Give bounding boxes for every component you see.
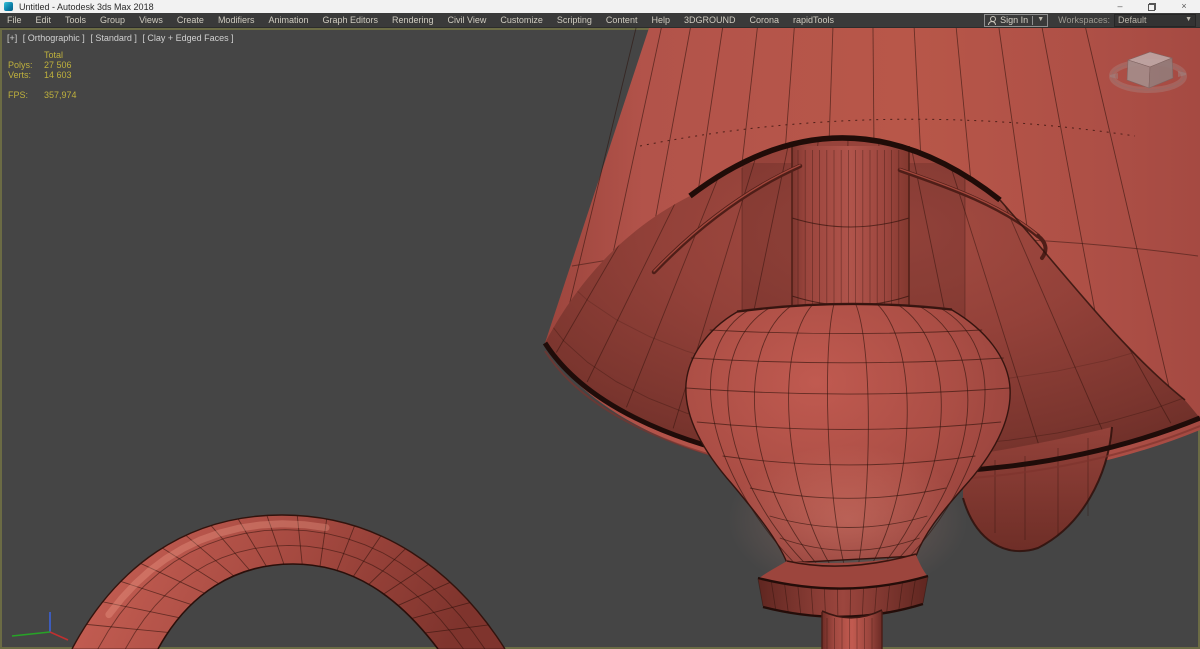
menu-item-content[interactable]: Content — [599, 13, 645, 28]
menu-item-views[interactable]: Views — [132, 13, 170, 28]
menu-item-group[interactable]: Group — [93, 13, 132, 28]
menu-item-tools[interactable]: Tools — [58, 13, 93, 28]
viewcube-cube — [1126, 51, 1174, 89]
viewport-label: [+] [ Orthographic ] [ Standard ] [ Clay… — [7, 33, 237, 43]
stats-polys-value: 27 506 — [44, 60, 72, 70]
world-axis-gizmo — [11, 612, 69, 641]
stats-total-header: Total — [44, 50, 64, 60]
viewport-canvas[interactable] — [0, 28, 1200, 649]
stats-verts-value: 14 603 — [44, 70, 72, 80]
viewport-view-menu[interactable]: [ Orthographic ] — [23, 33, 85, 43]
3ds-max-window: Untitled - Autodesk 3ds Max 2018 – × Fil… — [0, 0, 1200, 649]
menu-item-create[interactable]: Create — [170, 13, 211, 28]
menu-item-rendering[interactable]: Rendering — [385, 13, 441, 28]
stats-verts-label: Verts: — [8, 70, 32, 80]
menu-item-modifiers[interactable]: Modifiers — [211, 13, 262, 28]
window-title: Untitled - Autodesk 3ds Max 2018 — [19, 1, 154, 12]
restore-button[interactable] — [1148, 2, 1156, 11]
menu-right-cluster: Sign In ▼ Workspaces: Default ▼ — [984, 13, 1200, 28]
viewport-shading-menu[interactable]: [ Clay + Edged Faces ] — [142, 33, 233, 43]
viewport-statistics: Total Polys: 27 506 Verts: 14 603 FPS: 357,… — [8, 50, 77, 100]
window-controls: – × — [1104, 0, 1200, 13]
3ds-max-app-icon — [4, 2, 13, 11]
menu-item-civil-view[interactable]: Civil View — [441, 13, 494, 28]
chevron-down-icon[interactable]: ▼ — [1037, 15, 1044, 25]
viewport[interactable]: [+] [ Orthographic ] [ Standard ] [ Clay… — [0, 28, 1200, 649]
workspaces-dropdown[interactable]: Default ▼ — [1114, 13, 1196, 27]
menu-item-file[interactable]: File — [0, 13, 29, 28]
menu-bar: File Edit Tools Group Views Create Modifiers An… — [0, 13, 1200, 28]
sign-in-label: Sign In — [1000, 15, 1029, 25]
sign-in-button[interactable]: Sign In ▼ — [984, 13, 1049, 27]
workspaces-label: Workspaces: — [1058, 15, 1110, 25]
minimize-button[interactable]: – — [1104, 0, 1136, 13]
workspaces-selected: Default — [1118, 15, 1147, 25]
stats-fps-label: FPS: — [8, 90, 29, 100]
viewport-standard-menu[interactable]: [ Standard ] — [90, 33, 137, 43]
menu-item-corona[interactable]: Corona — [742, 13, 786, 28]
person-icon — [988, 16, 997, 25]
menu-item-customize[interactable]: Customize — [493, 13, 550, 28]
menu-item-animation[interactable]: Animation — [261, 13, 315, 28]
close-button[interactable]: × — [1168, 0, 1200, 13]
menu-item-edit[interactable]: Edit — [29, 13, 59, 28]
viewport-pov-menu[interactable]: [+] — [7, 33, 17, 43]
stats-polys-label: Polys: — [8, 60, 33, 70]
title-bar: Untitled - Autodesk 3ds Max 2018 – × — [0, 0, 1200, 13]
menu-item-graph-editors[interactable]: Graph Editors — [315, 13, 385, 28]
menu-item-help[interactable]: Help — [644, 13, 677, 28]
menu-items: File Edit Tools Group Views Create Modifiers An… — [0, 13, 841, 28]
chevron-down-icon: ▼ — [1185, 16, 1192, 23]
menu-item-scripting[interactable]: Scripting — [550, 13, 599, 28]
viewcube[interactable] — [1102, 42, 1192, 104]
menu-item-3dground[interactable]: 3DGROUND — [677, 13, 743, 28]
stats-fps-value: 357,974 — [44, 90, 77, 100]
menu-item-rapidtools[interactable]: rapidTools — [786, 13, 841, 28]
